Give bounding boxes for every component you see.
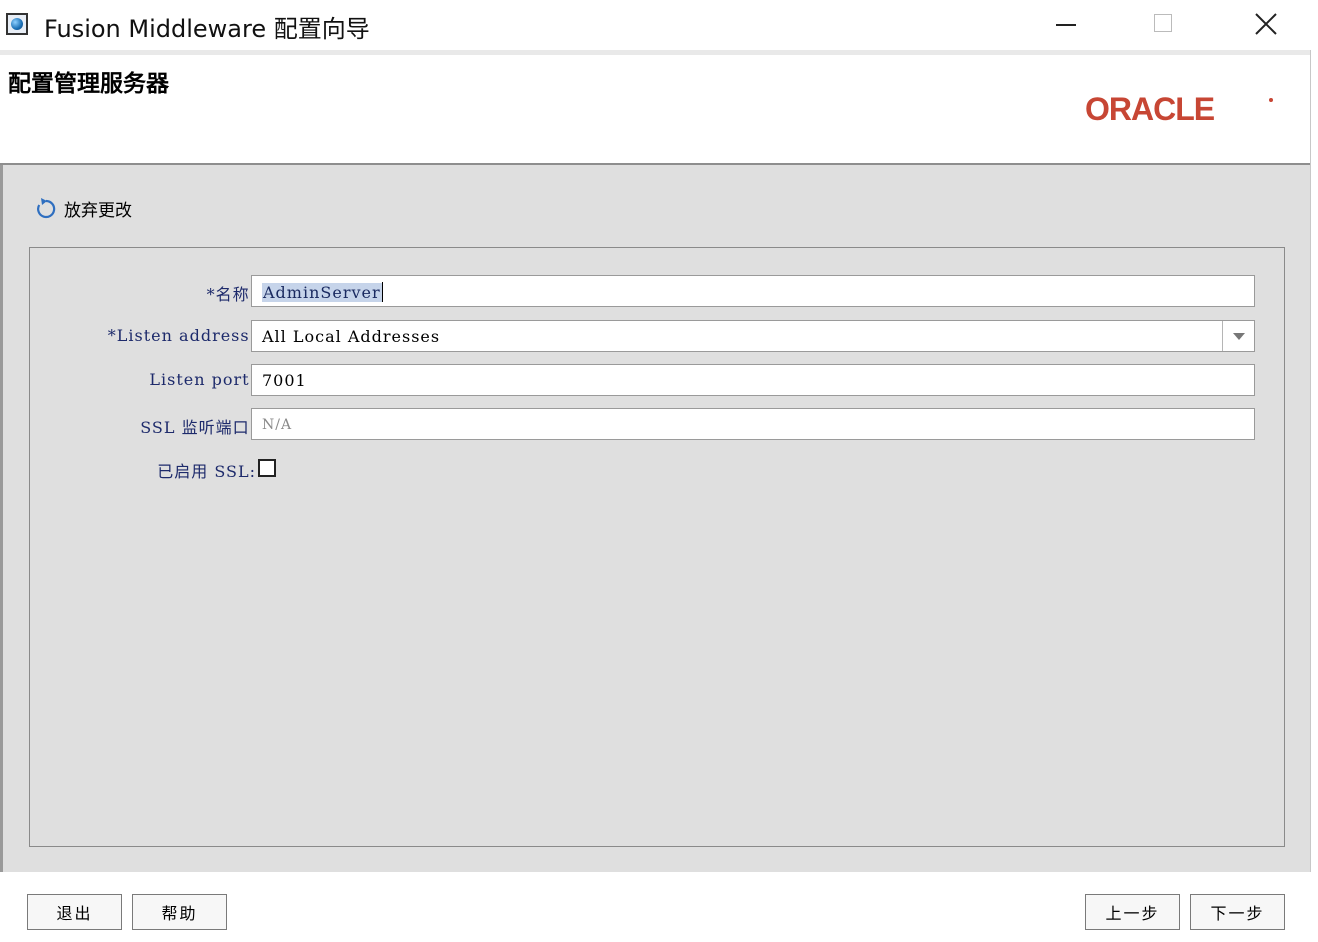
name-label: *名称: [206, 285, 256, 304]
window-title: Fusion Middleware 配置向导 [44, 15, 370, 43]
svg-text:ORACLE: ORACLE [1085, 93, 1215, 125]
ssl-port-label: SSL 监听端口: [140, 418, 256, 437]
listen-port-label: Listen port: [149, 370, 256, 389]
page-header: 配置管理服务器 ORACLE [0, 55, 1310, 165]
refresh-icon [37, 198, 56, 219]
text-caret [381, 282, 383, 302]
oracle-logo: ORACLE [1085, 93, 1273, 125]
button-bar: 退出 帮助 上一步 下一步 [0, 872, 1318, 942]
listen-address-select[interactable]: All Local Addresses [251, 320, 1255, 352]
listen-address-value: All Local Addresses [262, 327, 441, 346]
ssl-port-row: SSL 监听端口: N/A [30, 408, 1284, 440]
ssl-enabled-label: 已启用 SSL: [157, 462, 256, 481]
window-right-edge [1310, 50, 1318, 942]
back-button[interactable]: 上一步 [1085, 894, 1180, 930]
page-title: 配置管理服务器 [8, 71, 169, 97]
ssl-enabled-row: 已启用 SSL: [30, 452, 1284, 484]
content-panel: 放弃更改 *名称: AdminServer *Listen address: A… [0, 165, 1310, 872]
exit-button[interactable]: 退出 [27, 894, 122, 930]
discard-changes-link[interactable]: 放弃更改 [36, 196, 132, 221]
name-row: *名称: AdminServer [30, 275, 1284, 307]
help-button[interactable]: 帮助 [132, 894, 227, 930]
name-input[interactable]: AdminServer [251, 275, 1255, 307]
listen-address-row: *Listen address: All Local Addresses [30, 320, 1284, 352]
ssl-enabled-checkbox[interactable] [258, 459, 276, 477]
chevron-down-icon[interactable] [1222, 321, 1254, 351]
ssl-port-input: N/A [251, 408, 1255, 440]
name-value: AdminServer [262, 283, 382, 302]
minimize-icon[interactable] [1030, 0, 1100, 50]
window-titlebar: Fusion Middleware 配置向导 [0, 0, 1318, 50]
listen-address-label: *Listen address: [107, 326, 256, 345]
discard-changes-label: 放弃更改 [64, 200, 132, 221]
listen-port-row: Listen port: 7001 [30, 364, 1284, 396]
next-button[interactable]: 下一步 [1190, 894, 1285, 930]
maximize-icon[interactable] [1128, 0, 1198, 50]
listen-port-input[interactable]: 7001 [251, 364, 1255, 396]
close-icon[interactable] [1230, 0, 1300, 50]
globe-app-icon [6, 13, 28, 35]
server-form: *名称: AdminServer *Listen address: All Lo… [29, 247, 1285, 847]
